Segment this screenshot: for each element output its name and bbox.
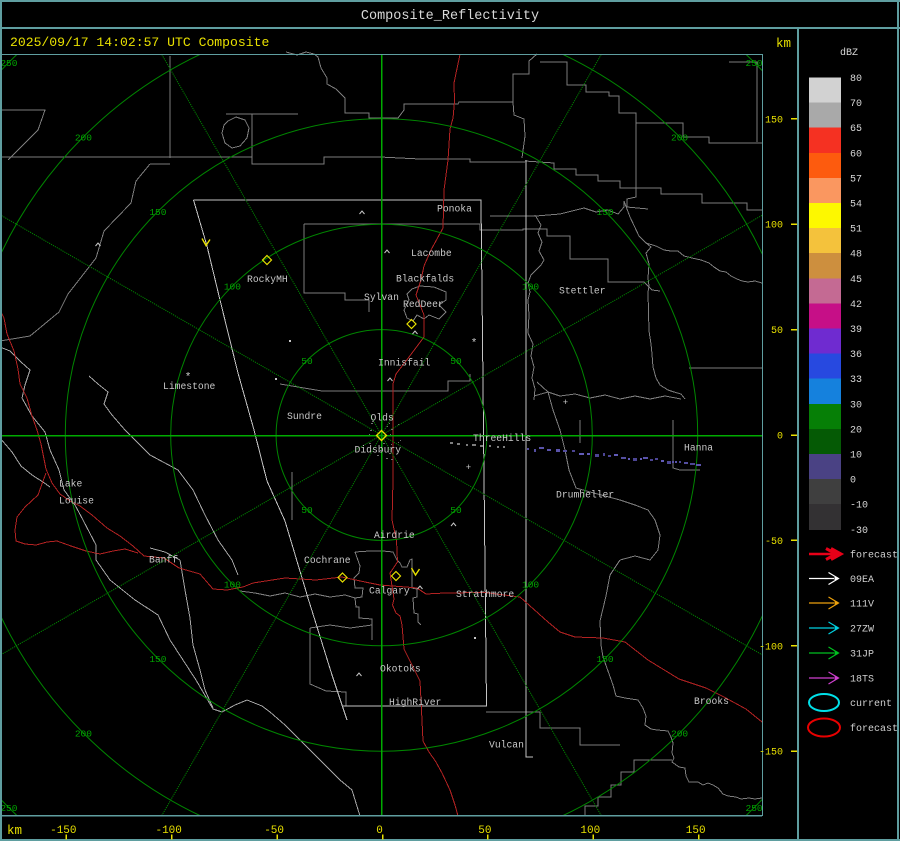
svg-text:-10: -10 — [850, 501, 868, 512]
svg-text:70: 70 — [850, 99, 862, 110]
svg-text:65: 65 — [850, 124, 862, 135]
svg-text:RockyMH: RockyMH — [247, 274, 288, 285]
svg-text:-50: -50 — [765, 537, 783, 548]
svg-text:27ZW: 27ZW — [850, 625, 874, 636]
svg-text:10: 10 — [850, 451, 862, 462]
svg-text:Calgary: Calgary — [369, 586, 410, 597]
svg-text:Sylvan: Sylvan — [364, 292, 399, 303]
svg-text:Olds: Olds — [371, 413, 394, 424]
svg-text:20: 20 — [850, 425, 862, 436]
svg-text:80: 80 — [850, 74, 862, 85]
svg-text:33: 33 — [850, 375, 862, 386]
svg-text:km: km — [776, 37, 791, 51]
svg-text:Blackfalds: Blackfalds — [396, 274, 454, 285]
svg-text:250: 250 — [746, 58, 763, 69]
svg-text:18TS: 18TS — [850, 675, 874, 686]
svg-text:150: 150 — [597, 654, 614, 665]
svg-text:Lake: Lake — [59, 479, 82, 490]
svg-text:100: 100 — [580, 825, 600, 837]
svg-text:Louise: Louise — [59, 496, 94, 507]
svg-text:57: 57 — [850, 174, 862, 185]
svg-text:Cochrane: Cochrane — [304, 555, 351, 566]
svg-text:Sundre: Sundre — [287, 411, 322, 422]
svg-text:-30: -30 — [850, 526, 868, 537]
svg-text:0: 0 — [850, 476, 856, 487]
svg-text:Didsbury: Didsbury — [355, 445, 402, 456]
svg-text:111V: 111V — [850, 600, 874, 611]
svg-text:50: 50 — [450, 505, 462, 516]
svg-text:km: km — [7, 824, 22, 838]
svg-text:50: 50 — [771, 326, 783, 337]
svg-text:250: 250 — [0, 58, 17, 69]
svg-text:RedDeer: RedDeer — [403, 299, 444, 310]
svg-text:45: 45 — [850, 275, 862, 286]
svg-text:Vulcan: Vulcan — [489, 740, 524, 751]
svg-text:Ponoka: Ponoka — [437, 204, 472, 215]
svg-text:100: 100 — [765, 221, 783, 232]
svg-text:Airdrie: Airdrie — [374, 530, 415, 541]
svg-text:42: 42 — [850, 300, 862, 311]
svg-text:100: 100 — [522, 580, 539, 591]
svg-text:100: 100 — [224, 580, 241, 591]
svg-text:54: 54 — [850, 200, 862, 211]
svg-text:forecast: forecast — [850, 550, 898, 562]
svg-text:-150: -150 — [50, 825, 76, 837]
svg-text:31JP: 31JP — [850, 650, 874, 661]
svg-text:Composite_Reflectivity: Composite_Reflectivity — [361, 9, 539, 24]
svg-text:Strathmore: Strathmore — [456, 589, 514, 600]
svg-text:200: 200 — [75, 729, 92, 740]
svg-text:100: 100 — [522, 281, 539, 292]
svg-text:ThreeHills: ThreeHills — [473, 433, 531, 444]
svg-text:+: + — [466, 463, 471, 473]
svg-text:39: 39 — [850, 325, 862, 336]
svg-text:+: + — [563, 398, 568, 408]
svg-text:Innisfail: Innisfail — [378, 358, 431, 369]
svg-text:Stettler: Stettler — [559, 286, 606, 297]
svg-text:09EA: 09EA — [850, 575, 874, 586]
svg-text:36: 36 — [850, 350, 862, 361]
svg-text:150: 150 — [765, 115, 783, 126]
svg-text:150: 150 — [597, 207, 614, 218]
svg-text:Lacombe: Lacombe — [411, 248, 452, 259]
svg-text:150: 150 — [149, 654, 166, 665]
svg-text:forecast: forecast — [850, 723, 898, 735]
svg-text:250: 250 — [0, 803, 17, 814]
svg-text:48: 48 — [850, 250, 862, 261]
svg-text:50: 50 — [301, 356, 313, 367]
svg-text:*: * — [471, 338, 478, 350]
svg-text:-150: -150 — [759, 748, 783, 759]
svg-text:Drumheller: Drumheller — [556, 490, 614, 501]
svg-text:200: 200 — [671, 132, 688, 143]
svg-text:250: 250 — [746, 803, 763, 814]
svg-text:HighRiver: HighRiver — [389, 697, 441, 708]
svg-text:100: 100 — [224, 281, 241, 292]
svg-text:150: 150 — [149, 207, 166, 218]
svg-text:Limestone: Limestone — [163, 381, 216, 392]
svg-text:200: 200 — [671, 729, 688, 740]
svg-text:-100: -100 — [759, 642, 783, 653]
svg-text:-50: -50 — [264, 825, 284, 837]
svg-text:50: 50 — [301, 505, 313, 516]
svg-text:Brooks: Brooks — [694, 696, 729, 707]
svg-text:2025/09/17 14:02:57 UTC Compos: 2025/09/17 14:02:57 UTC Composite — [10, 35, 269, 50]
svg-text:Banff: Banff — [149, 555, 178, 566]
svg-text:Hanna: Hanna — [684, 443, 713, 454]
svg-text:-100: -100 — [155, 825, 181, 837]
svg-text:200: 200 — [75, 132, 92, 143]
svg-text:50: 50 — [478, 825, 491, 837]
svg-text:current: current — [850, 699, 892, 710]
svg-text:60: 60 — [850, 149, 862, 160]
svg-text:51: 51 — [850, 225, 862, 236]
svg-text:dBZ: dBZ — [840, 47, 858, 59]
svg-text:Okotoks: Okotoks — [380, 664, 421, 675]
svg-text:30: 30 — [850, 400, 862, 411]
svg-text:0: 0 — [777, 432, 783, 443]
svg-text:150: 150 — [686, 825, 706, 837]
svg-text:50: 50 — [450, 356, 462, 367]
